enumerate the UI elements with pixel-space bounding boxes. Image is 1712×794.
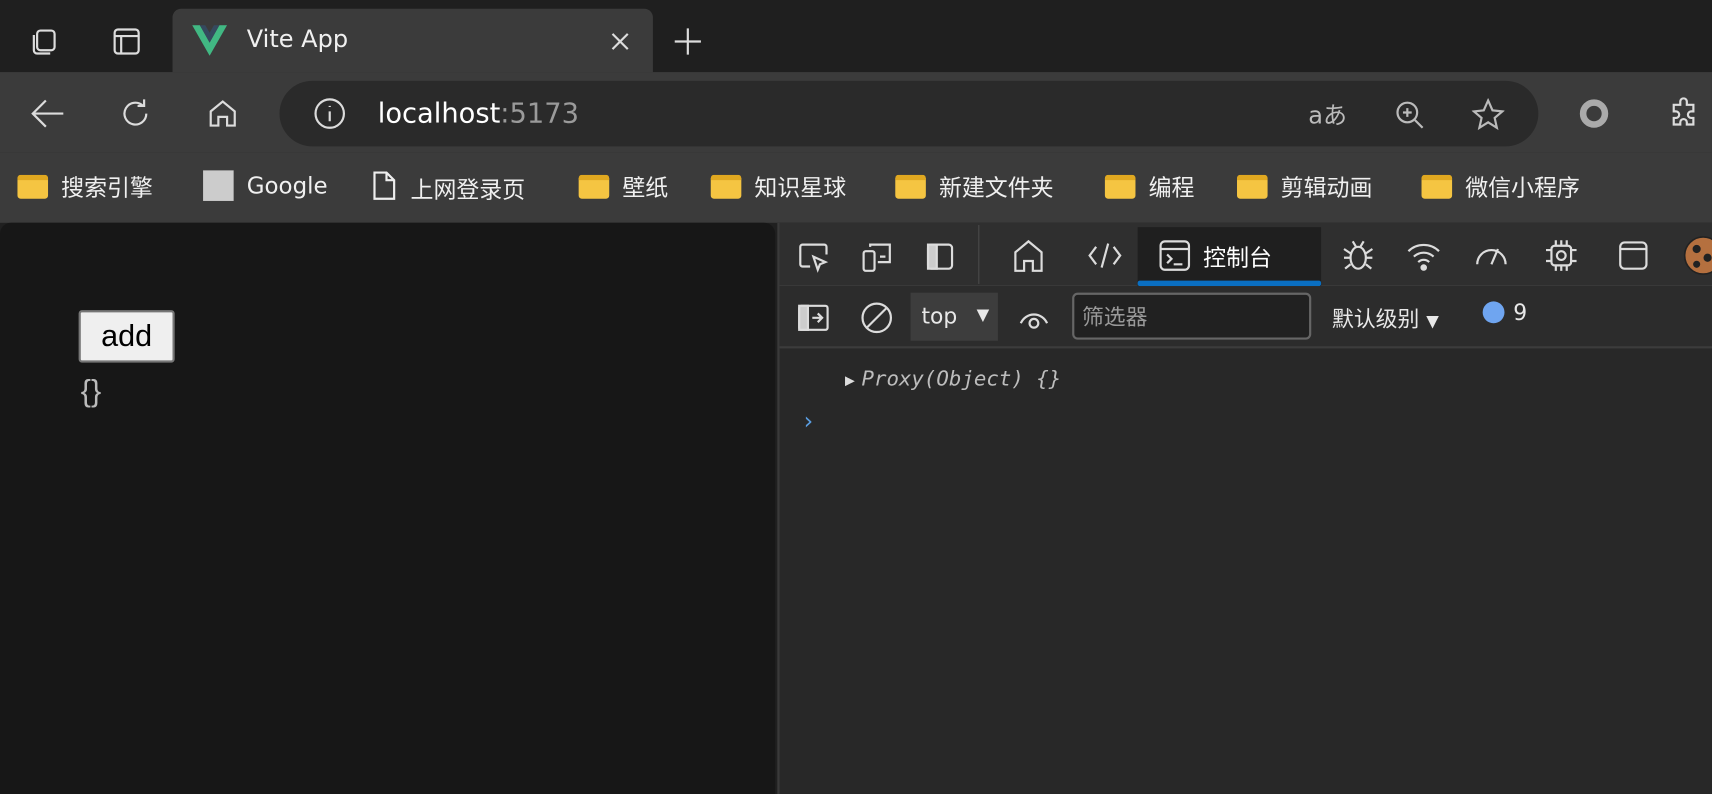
filter-input[interactable] <box>1072 292 1312 340</box>
favorite-star-icon[interactable] <box>1470 96 1507 133</box>
add-button[interactable]: add <box>78 310 175 363</box>
url-port: :5173 <box>500 97 579 129</box>
console-toolbar: top ▼ 默认级别 ▼ 9 <box>779 286 1712 349</box>
folder-icon <box>1237 174 1268 199</box>
clear-console-icon[interactable] <box>858 299 895 336</box>
refresh-icon[interactable] <box>114 92 158 136</box>
log-level-value: 默认级别 <box>1331 305 1420 332</box>
sources-bug-icon[interactable] <box>1339 236 1378 275</box>
tab-vite-app[interactable]: Vite App <box>172 8 653 73</box>
folder-icon <box>710 174 742 199</box>
tab-actions-icon[interactable] <box>105 20 149 64</box>
bookmark-label: 知识星球 <box>754 174 847 201</box>
site-info-icon[interactable] <box>312 96 347 131</box>
tab-console-label: 控制台 <box>1203 244 1272 271</box>
context-value: top <box>921 302 958 329</box>
expand-triangle-icon[interactable]: ▶ <box>845 370 855 390</box>
live-expression-eye-icon[interactable] <box>1015 299 1052 336</box>
bookmark-label: 微信小程序 <box>1465 174 1580 201</box>
bookmark-label: 新建文件夹 <box>938 174 1054 201</box>
devtools-panel: 控制台 top ▼ 默认级别 ▼ 9 ▶ Proxy(Object) {} › <box>777 222 1712 794</box>
bookmark-login-page[interactable]: 上网登录页 <box>371 170 525 206</box>
bookmarks-bar: 搜索引擎 Google 上网登录页 壁纸 知识星球 新建文件夹 编程 剪辑动画 … <box>0 152 1712 223</box>
bookmark-label: 上网登录页 <box>410 176 526 203</box>
message-bubble-icon <box>1482 301 1505 324</box>
console-log-entry[interactable]: ▶ Proxy(Object) {} <box>845 367 1061 391</box>
cookie-icon[interactable] <box>1679 232 1712 280</box>
network-wifi-icon[interactable] <box>1404 236 1443 275</box>
log-level-dropdown[interactable]: 默认级别 ▼ <box>1332 301 1439 333</box>
performance-gauge-icon[interactable] <box>1472 236 1511 275</box>
device-emulation-icon[interactable] <box>858 238 895 275</box>
dropdown-arrow-icon: ▼ <box>976 304 990 325</box>
object-output: {} <box>80 373 102 408</box>
console-icon <box>1157 238 1192 273</box>
zoom-icon[interactable] <box>1391 96 1428 133</box>
bookmark-label: 编程 <box>1148 174 1195 201</box>
url-host: localhost <box>377 97 501 129</box>
elements-code-icon[interactable] <box>1085 236 1124 275</box>
google-favicon-icon <box>203 170 234 201</box>
dock-side-icon[interactable] <box>921 238 958 275</box>
devtools-main-toolbar: 控制台 <box>779 222 1712 287</box>
new-tab-icon[interactable] <box>668 22 707 61</box>
profile-circle-icon[interactable] <box>1574 94 1613 133</box>
folder-icon <box>895 174 926 199</box>
bookmark-new-folder[interactable]: 新建文件夹 <box>895 170 1054 203</box>
welcome-home-icon[interactable] <box>1009 236 1048 275</box>
bookmark-programming[interactable]: 编程 <box>1104 170 1195 203</box>
address-bar[interactable]: localhost:5173 aあ <box>279 80 1539 147</box>
tab-console[interactable]: 控制台 <box>1137 227 1322 287</box>
home-icon[interactable] <box>201 92 245 136</box>
bookmark-mini-program[interactable]: 微信小程序 <box>1421 170 1580 203</box>
dropdown-arrow-icon: ▼ <box>1426 311 1439 331</box>
page-icon <box>371 170 397 206</box>
log-text: Proxy(Object) {} <box>861 366 1062 391</box>
memory-chip-icon[interactable] <box>1542 236 1581 275</box>
extensions-icon[interactable] <box>1662 94 1706 133</box>
application-icon[interactable] <box>1614 236 1653 275</box>
vue-logo-icon <box>192 24 228 57</box>
message-count-value: 9 <box>1513 299 1528 326</box>
message-count[interactable]: 9 <box>1482 299 1528 326</box>
translate-icon[interactable]: aあ <box>1308 96 1347 131</box>
bookmark-wallpaper[interactable]: 壁纸 <box>578 170 669 203</box>
navigation-bar: localhost:5173 aあ <box>0 72 1712 153</box>
folder-icon <box>1421 174 1453 199</box>
page-viewport: add {} <box>0 222 776 794</box>
close-tab-icon[interactable] <box>605 26 636 57</box>
folder-icon <box>1104 174 1136 199</box>
context-selector[interactable]: top ▼ <box>910 292 998 341</box>
folder-icon <box>17 174 49 199</box>
back-icon[interactable] <box>26 92 70 136</box>
toolbar-divider <box>978 224 980 284</box>
bookmark-label: 搜索引擎 <box>61 174 153 201</box>
folder-icon <box>578 174 610 199</box>
workspaces-icon[interactable] <box>22 20 66 64</box>
bookmark-knowledge-planet[interactable]: 知识星球 <box>710 170 847 203</box>
tab-bar: Vite App <box>0 0 1712 73</box>
url-text[interactable]: localhost:5173 <box>378 97 579 129</box>
bookmark-search-engines[interactable]: 搜索引擎 <box>17 170 153 203</box>
bookmark-label: 剪辑动画 <box>1280 174 1373 201</box>
bookmark-label: Google <box>246 172 328 199</box>
bookmark-label: 壁纸 <box>622 174 669 201</box>
bookmark-video-editing[interactable]: 剪辑动画 <box>1237 170 1372 203</box>
tab-title: Vite App <box>246 26 349 54</box>
show-sidebar-icon[interactable] <box>795 299 832 336</box>
bookmark-google[interactable]: Google <box>203 170 328 201</box>
inspect-element-icon[interactable] <box>795 238 832 275</box>
console-prompt-chevron-icon[interactable]: › <box>804 408 814 435</box>
